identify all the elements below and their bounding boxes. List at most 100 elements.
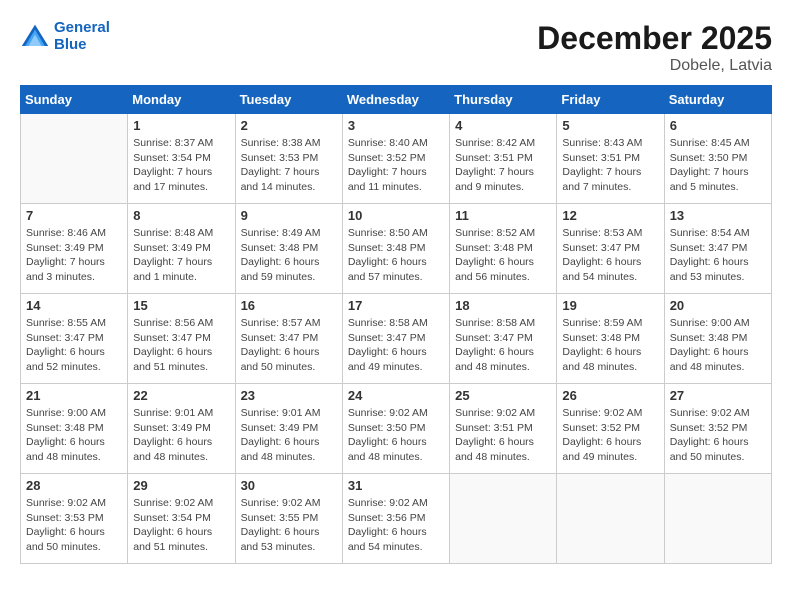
calendar-day-cell: 24Sunrise: 9:02 AM Sunset: 3:50 PM Dayli… bbox=[342, 384, 449, 474]
day-number: 28 bbox=[26, 478, 122, 493]
day-number: 16 bbox=[241, 298, 337, 313]
day-info: Sunrise: 8:59 AM Sunset: 3:48 PM Dayligh… bbox=[562, 316, 658, 375]
day-number: 29 bbox=[133, 478, 229, 493]
day-info: Sunrise: 8:58 AM Sunset: 3:47 PM Dayligh… bbox=[455, 316, 551, 375]
calendar-day-cell: 20 Sunrise: 9:00 AM Sunset: 3:48 PM Dayli… bbox=[664, 294, 771, 384]
day-number: 9 bbox=[241, 208, 337, 223]
day-info: Sunrise: 9:02 AM Sunset: 3:52 PM Dayligh… bbox=[670, 406, 766, 465]
day-info: Sunrise: 8:45 AM Sunset: 3:50 PM Dayligh… bbox=[670, 136, 766, 195]
calendar-day-cell: 21Sunrise: 9:00 AM Sunset: 3:48 PM Dayli… bbox=[21, 384, 128, 474]
calendar-day-cell: 30Sunrise: 9:02 AM Sunset: 3:55 PM Dayli… bbox=[235, 474, 342, 564]
day-info: Sunrise: 8:40 AM Sunset: 3:52 PM Dayligh… bbox=[348, 136, 444, 195]
day-info: Sunrise: 9:00 AM Sunset: 3:48 PM Dayligh… bbox=[670, 316, 766, 375]
calendar-week-row: 28Sunrise: 9:02 AM Sunset: 3:53 PM Dayli… bbox=[21, 474, 772, 564]
day-info: Sunrise: 8:46 AM Sunset: 3:49 PM Dayligh… bbox=[26, 226, 122, 285]
day-info: Sunrise: 8:52 AM Sunset: 3:48 PM Dayligh… bbox=[455, 226, 551, 285]
calendar-body: 1 Sunrise: 8:37 AM Sunset: 3:54 PM Daylig… bbox=[21, 114, 772, 564]
day-info: Sunrise: 9:02 AM Sunset: 3:50 PM Dayligh… bbox=[348, 406, 444, 465]
day-number: 5 bbox=[562, 118, 658, 133]
day-number: 14 bbox=[26, 298, 122, 313]
title-block: December 2025 Dobele, Latvia bbox=[537, 20, 772, 75]
weekday-header: Monday bbox=[128, 86, 235, 114]
day-number: 17 bbox=[348, 298, 444, 313]
calendar-day-cell: 31 Sunrise: 9:02 AM Sunset: 3:56 PM Dayli… bbox=[342, 474, 449, 564]
calendar-day-cell: 18 Sunrise: 8:58 AM Sunset: 3:47 PM Dayli… bbox=[450, 294, 557, 384]
day-info: Sunrise: 9:02 AM Sunset: 3:52 PM Dayligh… bbox=[562, 406, 658, 465]
calendar-day-cell: 26 Sunrise: 9:02 AM Sunset: 3:52 PM Dayli… bbox=[557, 384, 664, 474]
day-info: Sunrise: 8:57 AM Sunset: 3:47 PM Dayligh… bbox=[241, 316, 337, 375]
day-number: 20 bbox=[670, 298, 766, 313]
day-info: Sunrise: 8:58 AM Sunset: 3:47 PM Dayligh… bbox=[348, 316, 444, 375]
calendar-week-row: 7 Sunrise: 8:46 AM Sunset: 3:49 PM Daylig… bbox=[21, 204, 772, 294]
calendar-week-row: 14 Sunrise: 8:55 AM Sunset: 3:47 PM Dayli… bbox=[21, 294, 772, 384]
day-info: Sunrise: 9:01 AM Sunset: 3:49 PM Dayligh… bbox=[133, 406, 229, 465]
calendar-day-cell bbox=[21, 114, 128, 204]
day-number: 4 bbox=[455, 118, 551, 133]
weekday-header: Thursday bbox=[450, 86, 557, 114]
day-number: 10 bbox=[348, 208, 444, 223]
day-number: 6 bbox=[670, 118, 766, 133]
calendar-day-cell: 25Sunrise: 9:02 AM Sunset: 3:51 PM Dayli… bbox=[450, 384, 557, 474]
calendar-day-cell: 9 Sunrise: 8:49 AM Sunset: 3:48 PM Daylig… bbox=[235, 204, 342, 294]
day-number: 19 bbox=[562, 298, 658, 313]
day-info: Sunrise: 8:43 AM Sunset: 3:51 PM Dayligh… bbox=[562, 136, 658, 195]
day-number: 11 bbox=[455, 208, 551, 223]
calendar-day-cell: 10 Sunrise: 8:50 AM Sunset: 3:48 PM Dayli… bbox=[342, 204, 449, 294]
weekday-header: Wednesday bbox=[342, 86, 449, 114]
day-info: Sunrise: 8:37 AM Sunset: 3:54 PM Dayligh… bbox=[133, 136, 229, 195]
day-info: Sunrise: 8:54 AM Sunset: 3:47 PM Dayligh… bbox=[670, 226, 766, 285]
day-info: Sunrise: 8:53 AM Sunset: 3:47 PM Dayligh… bbox=[562, 226, 658, 285]
calendar-day-cell: 3 Sunrise: 8:40 AM Sunset: 3:52 PM Daylig… bbox=[342, 114, 449, 204]
calendar-day-cell: 14 Sunrise: 8:55 AM Sunset: 3:47 PM Dayli… bbox=[21, 294, 128, 384]
day-number: 12 bbox=[562, 208, 658, 223]
day-number: 2 bbox=[241, 118, 337, 133]
day-info: Sunrise: 8:50 AM Sunset: 3:48 PM Dayligh… bbox=[348, 226, 444, 285]
calendar-table: SundayMondayTuesdayWednesdayThursdayFrid… bbox=[20, 85, 772, 564]
weekday-header: Tuesday bbox=[235, 86, 342, 114]
logo: General Blue bbox=[20, 20, 110, 53]
day-number: 23 bbox=[241, 388, 337, 403]
day-info: Sunrise: 8:42 AM Sunset: 3:51 PM Dayligh… bbox=[455, 136, 551, 195]
calendar-day-cell: 2Sunrise: 8:38 AM Sunset: 3:53 PM Daylig… bbox=[235, 114, 342, 204]
day-info: Sunrise: 8:56 AM Sunset: 3:47 PM Dayligh… bbox=[133, 316, 229, 375]
day-info: Sunrise: 8:49 AM Sunset: 3:48 PM Dayligh… bbox=[241, 226, 337, 285]
weekday-header: Sunday bbox=[21, 86, 128, 114]
calendar-day-cell: 5 Sunrise: 8:43 AM Sunset: 3:51 PM Daylig… bbox=[557, 114, 664, 204]
weekday-header: Saturday bbox=[664, 86, 771, 114]
day-number: 21 bbox=[26, 388, 122, 403]
day-number: 22 bbox=[133, 388, 229, 403]
day-number: 3 bbox=[348, 118, 444, 133]
calendar-day-cell: 17 Sunrise: 8:58 AM Sunset: 3:47 PM Dayli… bbox=[342, 294, 449, 384]
day-number: 31 bbox=[348, 478, 444, 493]
day-number: 18 bbox=[455, 298, 551, 313]
day-number: 26 bbox=[562, 388, 658, 403]
day-number: 1 bbox=[133, 118, 229, 133]
page-header: General Blue December 2025 Dobele, Latvi… bbox=[20, 20, 772, 75]
calendar-day-cell bbox=[664, 474, 771, 564]
day-info: Sunrise: 9:02 AM Sunset: 3:54 PM Dayligh… bbox=[133, 496, 229, 555]
calendar-day-cell: 7 Sunrise: 8:46 AM Sunset: 3:49 PM Daylig… bbox=[21, 204, 128, 294]
calendar-day-cell: 15 Sunrise: 8:56 AM Sunset: 3:47 PM Dayli… bbox=[128, 294, 235, 384]
day-info: Sunrise: 8:48 AM Sunset: 3:49 PM Dayligh… bbox=[133, 226, 229, 285]
day-number: 15 bbox=[133, 298, 229, 313]
calendar-week-row: 21Sunrise: 9:00 AM Sunset: 3:48 PM Dayli… bbox=[21, 384, 772, 474]
logo-icon bbox=[20, 23, 50, 51]
calendar-week-row: 1 Sunrise: 8:37 AM Sunset: 3:54 PM Daylig… bbox=[21, 114, 772, 204]
day-info: Sunrise: 8:55 AM Sunset: 3:47 PM Dayligh… bbox=[26, 316, 122, 375]
calendar-day-cell: 6 Sunrise: 8:45 AM Sunset: 3:50 PM Daylig… bbox=[664, 114, 771, 204]
calendar-day-cell: 11 Sunrise: 8:52 AM Sunset: 3:48 PM Dayli… bbox=[450, 204, 557, 294]
day-info: Sunrise: 9:02 AM Sunset: 3:56 PM Dayligh… bbox=[348, 496, 444, 555]
day-info: Sunrise: 9:02 AM Sunset: 3:55 PM Dayligh… bbox=[241, 496, 337, 555]
calendar-day-cell bbox=[450, 474, 557, 564]
calendar-header: SundayMondayTuesdayWednesdayThursdayFrid… bbox=[21, 86, 772, 114]
day-number: 27 bbox=[670, 388, 766, 403]
calendar-day-cell: 22 Sunrise: 9:01 AM Sunset: 3:49 PM Dayli… bbox=[128, 384, 235, 474]
day-number: 13 bbox=[670, 208, 766, 223]
day-info: Sunrise: 9:01 AM Sunset: 3:49 PM Dayligh… bbox=[241, 406, 337, 465]
month-title: December 2025 bbox=[537, 20, 772, 57]
calendar-day-cell: 29 Sunrise: 9:02 AM Sunset: 3:54 PM Dayli… bbox=[128, 474, 235, 564]
day-number: 8 bbox=[133, 208, 229, 223]
weekday-header: Friday bbox=[557, 86, 664, 114]
day-number: 7 bbox=[26, 208, 122, 223]
day-number: 25 bbox=[455, 388, 551, 403]
